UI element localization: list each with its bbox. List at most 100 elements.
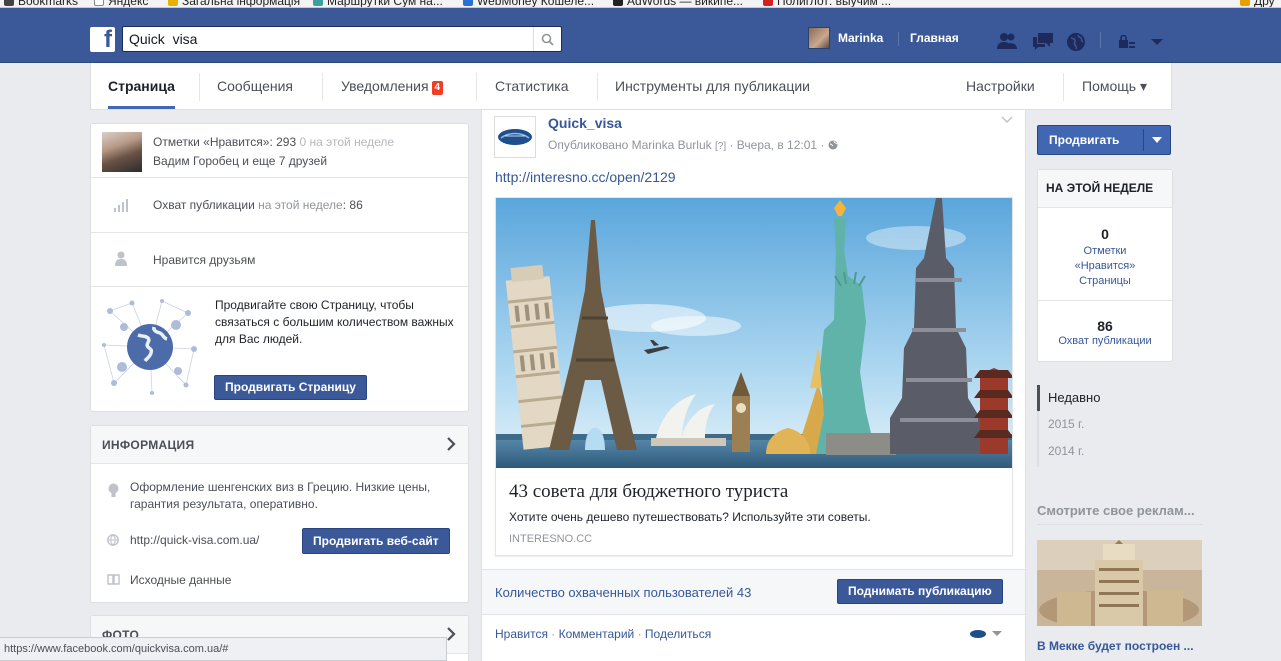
search-button[interactable] <box>533 27 561 51</box>
timeline-recent[interactable]: Недавно <box>1048 390 1100 405</box>
bookmark-item[interactable]: Яндекс <box>94 0 148 7</box>
folder-icon <box>1240 0 1250 6</box>
link-preview-domain: INTERESNO.CC <box>509 533 593 545</box>
link-preview-image[interactable] <box>496 198 1012 468</box>
info-icon <box>108 483 119 497</box>
page-avatar[interactable] <box>494 116 536 158</box>
tab-insights[interactable]: Статистика <box>495 63 569 109</box>
post-reach-bar: Количество охваченных пользователей 43 П… <box>482 569 1025 615</box>
website-link[interactable]: http://quick-visa.com.ua/ <box>130 531 259 549</box>
browser-status-bar: https://www.facebook.com/quickvisa.com.u… <box>0 637 447 661</box>
bookmark-item[interactable]: Загальна інформація <box>168 0 300 7</box>
post-actions: Нравится · Комментарий · Поделиться <box>495 627 712 641</box>
help-link[interactable]: [?] <box>715 141 726 152</box>
info-header[interactable]: ИНФОРМАЦИЯ <box>91 426 468 464</box>
post-time[interactable]: Вчера, в 12:01 <box>737 138 817 152</box>
bookmark-item[interactable]: Полиглот: выучим ... <box>763 0 891 7</box>
week-reach-stat[interactable]: 86 Охват публикации <box>1038 301 1172 361</box>
comment-action[interactable]: Комментарий <box>559 627 635 641</box>
this-week-title: НА ЭТОЙ НЕДЕЛЕ <box>1046 181 1154 195</box>
divider <box>898 32 899 46</box>
star-icon <box>4 0 14 6</box>
search-box <box>122 26 562 52</box>
bookmark-item[interactable]: WebMoney Кошеле... <box>463 0 594 7</box>
reach-summary: Охват публикации на этой неделе: 86 <box>153 198 363 212</box>
post-reach-text[interactable]: Количество охваченных пользователей 43 <box>495 585 751 600</box>
tab-messages[interactable]: Сообщения <box>217 63 293 109</box>
link-preview-title[interactable]: 43 совета для бюджетного туриста <box>509 481 788 503</box>
bookmark-favicon-icon <box>463 0 473 6</box>
post-as-selector[interactable] <box>968 628 1002 640</box>
info-description: Оформление шенгенских виз в Грецию. Низк… <box>130 480 431 511</box>
ad-section-title[interactable]: Смотрите свое реклам... <box>1037 503 1195 518</box>
like-action[interactable]: Нравится <box>495 627 548 641</box>
timeline-active-marker <box>1037 385 1040 411</box>
page-navigation: Страница Сообщения Уведомления 4 Статисти… <box>90 63 1172 110</box>
globe-icon <box>828 140 838 150</box>
tab-publishing-tools[interactable]: Инструменты для публикации <box>615 63 810 109</box>
likes-row[interactable]: Отметки «Нравится»: 293 0 на этой неделе… <box>91 124 468 178</box>
bookmark-item[interactable]: Bookmarks <box>4 0 78 7</box>
post-author[interactable]: Опубликовано Marinka Burluk <box>548 138 712 152</box>
boost-post-button[interactable]: Поднимать публикацию <box>837 579 1003 604</box>
notifications-badge: 4 <box>431 81 444 95</box>
bar-chart-icon <box>114 199 128 212</box>
bookmark-item[interactable]: Дру <box>1240 0 1275 7</box>
messages-icon[interactable] <box>1032 32 1054 50</box>
profile-link[interactable]: Marinka <box>838 31 883 45</box>
timeline-2015[interactable]: 2015 г. <box>1048 417 1084 431</box>
search-input[interactable] <box>123 27 523 51</box>
source-data-link[interactable]: Исходные данные <box>130 571 231 589</box>
ad-caption[interactable]: В Мекке будет построен ... <box>1037 639 1194 653</box>
timeline-rail <box>1037 411 1039 467</box>
ad-image[interactable] <box>1037 540 1202 626</box>
account-menu-chevron-down-icon[interactable] <box>1150 37 1164 47</box>
divider <box>597 73 598 101</box>
promote-page-text: Продвигайте свою Страницу, чтобы связать… <box>215 298 454 346</box>
friend-avatar[interactable] <box>102 132 142 172</box>
link-preview[interactable]: 43 совета для бюджетного туриста Хотите … <box>495 197 1013 556</box>
globe-network-icon <box>102 299 197 395</box>
tab-notifications[interactable]: Уведомления 4 <box>341 63 444 109</box>
search-icon <box>541 33 554 46</box>
promote-button-label: Продвигать <box>1049 133 1120 147</box>
facebook-logo-icon[interactable]: f <box>90 26 115 53</box>
book-icon <box>107 574 120 585</box>
timeline-2014[interactable]: 2014 г. <box>1048 444 1084 458</box>
share-action[interactable]: Поделиться <box>645 627 711 641</box>
link-preview-description: Хотите очень дешево путешествовать? Испо… <box>509 510 871 524</box>
divider <box>199 73 200 101</box>
week-likes-stat[interactable]: 0 Отметки «Нравится» Страницы <box>1038 208 1172 301</box>
reach-row[interactable]: Охват публикации на этой неделе: 86 <box>91 178 468 233</box>
bookmark-item[interactable]: Маршрутки Сум на... <box>313 0 443 7</box>
notifications-globe-icon[interactable] <box>1066 32 1086 52</box>
page-stats-card: Отметки «Нравится»: 293 0 на этой неделе… <box>90 123 469 412</box>
friends-like-text: Нравится друзьям <box>153 253 256 267</box>
friend-requests-icon[interactable] <box>996 32 1018 50</box>
promote-website-button[interactable]: Продвигать веб-сайт <box>302 528 450 554</box>
promote-button[interactable]: Продвигать <box>1037 125 1171 155</box>
post-page-name[interactable]: Quick_visa <box>548 115 622 131</box>
likes-friends-text: Вадим Горобец и еще 7 друзей <box>153 154 328 168</box>
bookmark-item[interactable]: AdWords — википе... <box>613 0 743 7</box>
quick-visa-logo-icon <box>498 129 532 145</box>
info-title: ИНФОРМАЦИЯ <box>102 438 195 452</box>
tab-page[interactable]: Страница <box>108 63 175 109</box>
post-options-chevron-down-icon[interactable] <box>1001 116 1013 124</box>
promote-chevron-down-icon[interactable] <box>1152 137 1162 144</box>
week-reach-value: 86 <box>1097 318 1113 334</box>
friends-like-row[interactable]: Нравится друзьям <box>91 233 468 287</box>
home-link[interactable]: Главная <box>910 31 959 45</box>
tab-settings[interactable]: Настройки <box>966 63 1035 109</box>
bookmarks-bar: Bookmarks Яндекс Загальна інформація Мар… <box>0 0 1281 8</box>
promote-page-button[interactable]: Продвигать Страницу <box>214 375 367 400</box>
privacy-shortcuts-icon[interactable] <box>1118 35 1136 49</box>
this-week-card: НА ЭТОЙ НЕДЕЛЕ 0 Отметки «Нравится» Стра… <box>1037 169 1173 362</box>
avatar[interactable] <box>808 27 830 49</box>
help-menu[interactable]: Помощь ▾ <box>1082 63 1147 109</box>
this-week-header: НА ЭТОЙ НЕДЕЛЕ <box>1038 170 1172 208</box>
post-link[interactable]: http://interesno.cc/open/2129 <box>495 169 676 185</box>
week-likes-label: Отметки «Нравится» Страницы <box>1074 245 1136 287</box>
divider <box>1037 524 1203 525</box>
bookmark-favicon-icon <box>613 0 623 6</box>
